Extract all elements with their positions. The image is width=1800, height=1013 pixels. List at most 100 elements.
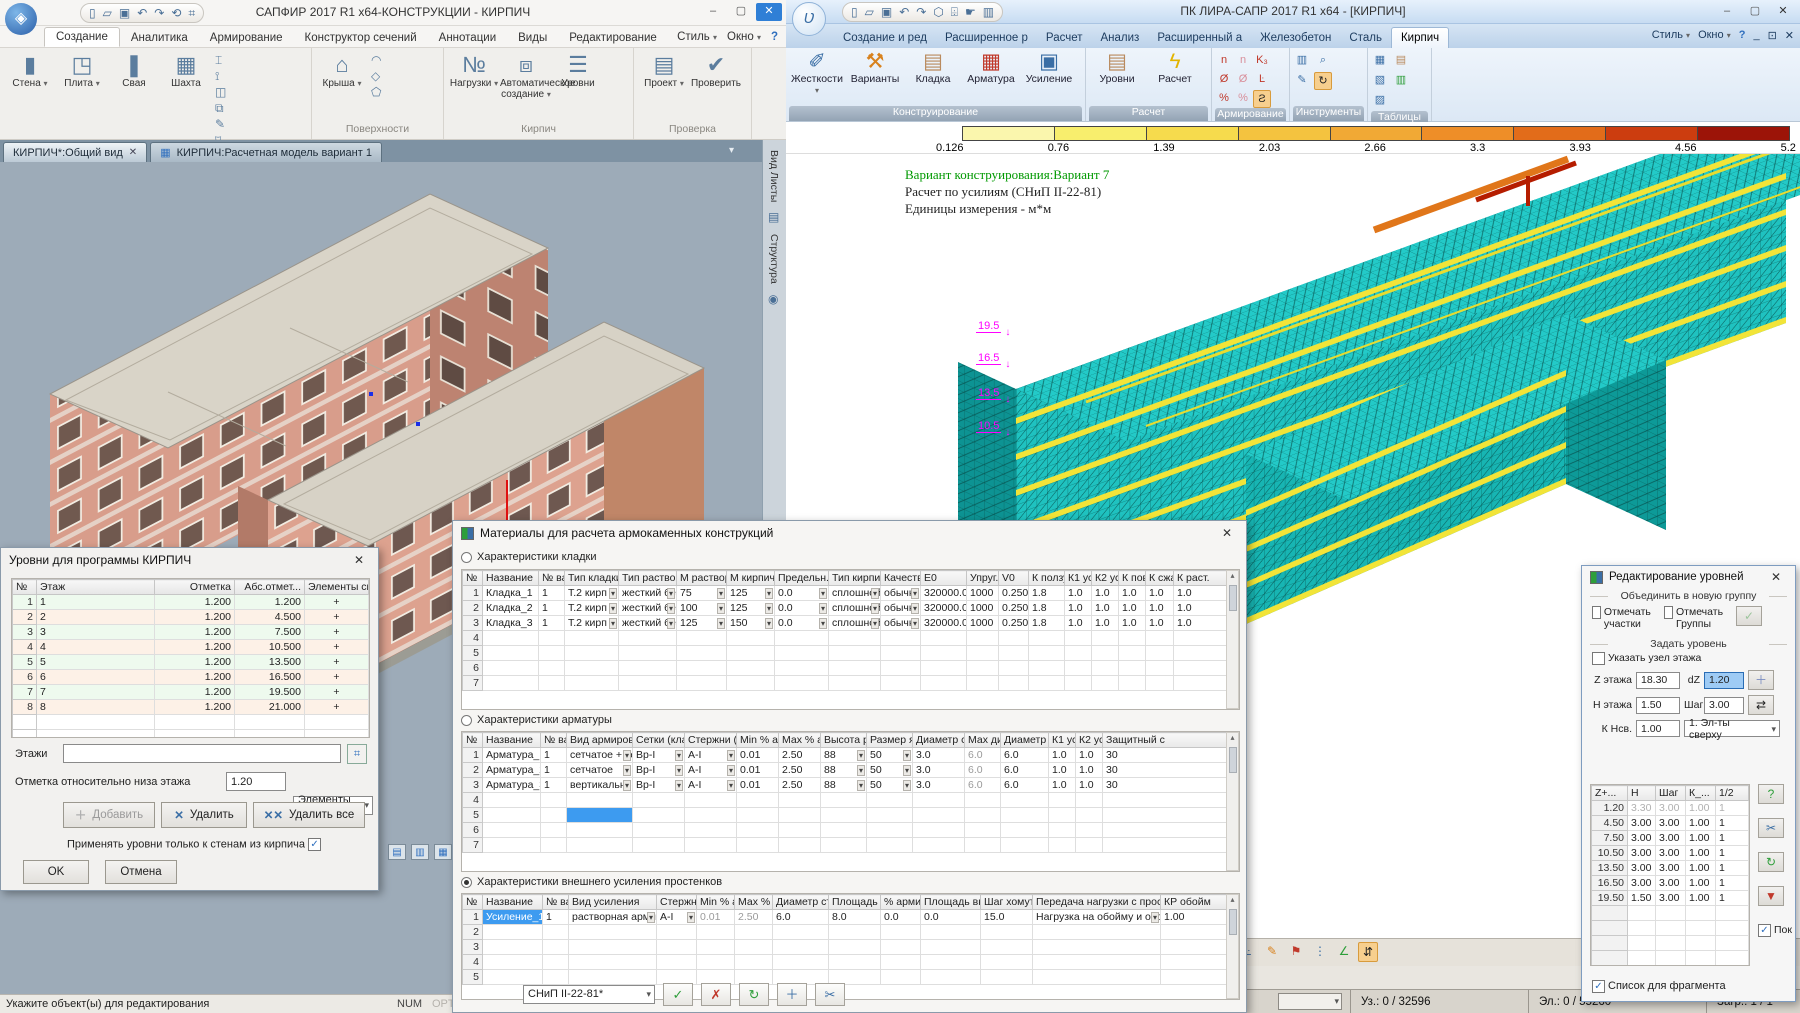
ribbon-button[interactable]: ϟ Расчет [1147, 49, 1203, 85]
table-cell[interactable] [567, 793, 633, 808]
column-header[interactable]: % армиро [881, 895, 921, 910]
add-icon[interactable]: ＋ [777, 983, 807, 1006]
table-cell[interactable] [999, 676, 1029, 691]
table-cell[interactable] [913, 808, 965, 823]
table-cell[interactable] [1146, 661, 1174, 676]
table-cell[interactable] [619, 631, 677, 646]
table-cell[interactable] [155, 715, 235, 730]
table-cell[interactable]: 1.00 [1686, 831, 1716, 846]
table-cell[interactable]: 125 [727, 586, 775, 601]
table-cell[interactable]: 1.0 [1065, 601, 1092, 616]
table-cell[interactable]: Кладка_2 [483, 601, 539, 616]
table-cell[interactable]: 6.0 [1001, 763, 1049, 778]
table-cell[interactable]: 19.500 [235, 685, 305, 700]
tool-icon[interactable]: ◠ [371, 53, 381, 67]
close-icon[interactable]: ✕ [1765, 569, 1787, 585]
table-cell[interactable] [37, 715, 155, 730]
table-cell[interactable]: 6 [37, 670, 155, 685]
table-cell[interactable]: 1.00 [1686, 891, 1716, 906]
table-cell[interactable] [633, 838, 685, 853]
table-cell[interactable]: 0.0 [775, 586, 829, 601]
table-cell[interactable]: Вр-I [633, 748, 685, 763]
table-cell[interactable] [773, 955, 829, 970]
table-cell[interactable] [965, 823, 1001, 838]
table-cell[interactable] [677, 661, 727, 676]
refresh-icon[interactable]: ↻ [1758, 852, 1784, 872]
table-cell[interactable]: 1.20 [1592, 801, 1628, 816]
ribbon-tab[interactable]: Кирпич [1391, 27, 1449, 48]
document-tab-model[interactable]: ▦ КИРПИЧ:Расчетная модель вариант 1 [150, 142, 382, 162]
table-cell[interactable]: 0.0 [775, 601, 829, 616]
table-cell[interactable] [921, 955, 981, 970]
ribbon-button[interactable]: ▦ Шахта [160, 50, 212, 89]
table-cell[interactable]: 1 [539, 616, 565, 631]
table-cell[interactable]: 1 [541, 763, 567, 778]
table-cell[interactable]: Кладка_1 [483, 586, 539, 601]
sheet-icon[interactable]: ▤ [388, 844, 406, 860]
orient-icon[interactable]: ⇵ [1358, 942, 1378, 962]
table-cell[interactable]: 1.0 [1146, 616, 1174, 631]
column-header[interactable]: Шаг хомутов [981, 895, 1033, 910]
delete-all-button[interactable]: ✕✕Удалить все [253, 802, 365, 828]
maximize-button[interactable]: ▢ [728, 3, 754, 21]
table-cell[interactable] [619, 676, 677, 691]
table-cell[interactable] [881, 676, 921, 691]
table-cell[interactable]: 1 [463, 748, 483, 763]
table-cell[interactable]: 1 [1716, 861, 1749, 876]
column-header[interactable]: Диаметр стерж [773, 895, 829, 910]
table-cell[interactable] [881, 631, 921, 646]
reinforcement-result-icon[interactable]: n [1215, 52, 1233, 70]
table-cell[interactable] [1146, 631, 1174, 646]
table-cell[interactable]: 19.50 [1592, 891, 1628, 906]
table-cell[interactable]: 1000 [967, 586, 999, 601]
table-cell[interactable] [569, 955, 657, 970]
table-cell[interactable] [965, 808, 1001, 823]
table-cell[interactable] [829, 925, 881, 940]
table-cell[interactable]: обычн [881, 601, 921, 616]
table-cell[interactable] [1103, 823, 1239, 838]
close-button[interactable]: ✕ [1770, 3, 1796, 21]
column-header[interactable]: Площадь хом [829, 895, 881, 910]
table-cell[interactable]: 1.00 [1686, 801, 1716, 816]
column-header[interactable]: № [463, 571, 483, 586]
ribbon-button[interactable]: ✐ Жесткости ▾ [789, 49, 845, 96]
column-header[interactable]: V0 [999, 571, 1029, 586]
reinforcement-result-icon[interactable]: Ŀ [1253, 71, 1271, 89]
table-cell[interactable] [829, 646, 881, 661]
table-cell[interactable] [1065, 631, 1092, 646]
column-header[interactable]: Сетки (класс [633, 733, 685, 748]
table-cell[interactable] [1628, 951, 1656, 966]
k-input[interactable]: 1.00 [1636, 720, 1680, 737]
table-cell[interactable]: 1.0 [1146, 586, 1174, 601]
table-cell[interactable]: 1.200 [155, 700, 235, 715]
pack-icon[interactable]: ⌹ [951, 5, 958, 20]
ribbon-tab[interactable]: Создание и ред [834, 28, 936, 48]
table-cell[interactable]: 3 [463, 616, 483, 631]
ribbon-tab[interactable]: Армирование [199, 29, 294, 47]
table-cell[interactable]: 320000.0 [921, 616, 967, 631]
side-tab-views[interactable]: Вид Листы [768, 150, 780, 202]
column-header[interactable]: Этаж [37, 580, 155, 595]
table-cell[interactable]: сплошной [829, 586, 881, 601]
table-cell[interactable]: 4.500 [235, 610, 305, 625]
table-cell[interactable] [483, 940, 543, 955]
table-cell[interactable] [727, 661, 775, 676]
column-header[interactable]: 1/2 [1716, 786, 1749, 801]
reinforcement-result-icon[interactable]: K₃ [1253, 52, 1271, 70]
table-cell[interactable] [1716, 936, 1749, 951]
table-cell[interactable]: 1 [541, 748, 567, 763]
ribbon-button[interactable]: ❚ Свая [108, 50, 160, 89]
maximize-button[interactable]: ▢ [1742, 3, 1768, 21]
redo-icon[interactable]: ↷ [154, 6, 164, 20]
table-cell[interactable] [1033, 925, 1161, 940]
table-cell[interactable]: 3.00 [1656, 816, 1686, 831]
ribbon-button[interactable]: ◳ Плита ▾ [56, 50, 108, 89]
column-header[interactable]: Защитный с [1103, 733, 1239, 748]
table-cell[interactable] [483, 631, 539, 646]
ribbon-tab[interactable]: Виды [507, 29, 558, 47]
column-header[interactable]: Предельн. деф [775, 571, 829, 586]
radio-selected-icon[interactable] [461, 877, 472, 888]
mark-areas-checkbox[interactable]: Отмечать участки [1592, 606, 1658, 630]
table-cell[interactable] [1092, 661, 1119, 676]
column-header[interactable]: № [463, 895, 483, 910]
